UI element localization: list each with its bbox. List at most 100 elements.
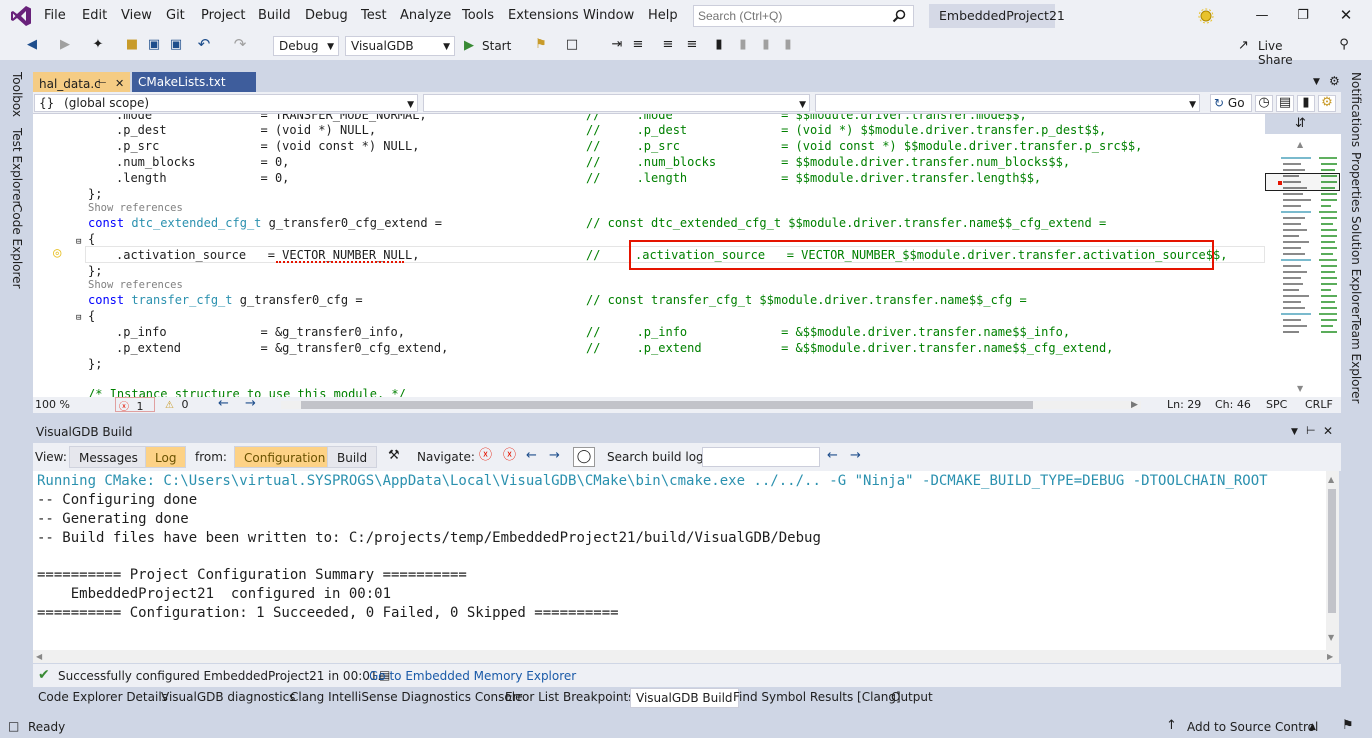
pin-icon[interactable]: ⊢ (98, 77, 107, 91)
show-references-link[interactable]: Show references (88, 202, 183, 214)
indent-icon[interactable]: ≡ (630, 38, 646, 52)
search-log-input[interactable] (702, 447, 820, 467)
scrollbar-thumb[interactable] (1328, 489, 1336, 613)
comment-icon[interactable]: ≡ (660, 38, 676, 52)
menu-git[interactable]: Git (166, 8, 185, 23)
memory-explorer-link[interactable]: Go to Embedded Memory Explorer (369, 669, 576, 683)
undo-icon[interactable]: ↶ (196, 37, 212, 52)
tag-icon[interactable]: ▮ (1297, 95, 1315, 112)
gear-icon[interactable]: ⚙ (1329, 74, 1340, 88)
scroll-left-icon[interactable]: ◀ (36, 650, 42, 664)
split-icon[interactable]: ⇵ (1295, 117, 1306, 131)
go-button[interactable]: ↻ Go (1210, 94, 1252, 112)
line-ending-mode[interactable]: CRLF (1305, 398, 1333, 411)
menu-window[interactable]: Window (583, 8, 634, 23)
close-icon[interactable]: ✕ (115, 77, 124, 91)
minimap-viewport[interactable] (1265, 173, 1340, 191)
tab-clang-diagnostics[interactable]: Clang IntelliSense Diagnostics Console (285, 688, 527, 708)
minimize-icon[interactable]: — (1255, 9, 1269, 23)
search-prev-icon[interactable]: ← (827, 449, 838, 463)
configuration-select[interactable]: Debug ▼ (273, 36, 339, 56)
horizontal-scrollbar[interactable] (281, 401, 1141, 409)
notification-bell-icon[interactable]: ⚑ (1342, 719, 1354, 733)
lightbulb-icon[interactable]: ◎ (53, 246, 61, 260)
search-box[interactable] (693, 5, 914, 27)
arrow-right-icon[interactable]: → (549, 449, 560, 463)
scroll-down-icon[interactable]: ▼ (1297, 382, 1303, 396)
next-error-icon[interactable]: ⓧ (503, 449, 516, 463)
navigate-forward-icon[interactable]: ▶ (57, 38, 73, 52)
prev-error-icon[interactable]: ⓧ (479, 449, 492, 463)
zoom-level[interactable]: 100 % (35, 398, 70, 411)
search-icon[interactable] (892, 9, 906, 23)
source-control-button[interactable]: Add to Source Control (1187, 720, 1318, 734)
properties-tab[interactable]: Properties (1349, 152, 1363, 213)
log-button[interactable]: Log (145, 446, 187, 468)
menu-test[interactable]: Test (361, 8, 387, 23)
restore-icon[interactable]: ❐ (1296, 9, 1310, 23)
settings-icon[interactable]: ⚙ (1318, 95, 1336, 112)
arrow-left-icon[interactable]: ← (218, 397, 229, 411)
search-input[interactable] (694, 6, 884, 26)
arrow-right-icon[interactable]: → (245, 397, 256, 411)
tab-visualgdb-build[interactable]: VisualGDB Build (630, 688, 739, 708)
new-project-icon[interactable]: ✦ (90, 38, 106, 52)
member-dropdown[interactable]: ▼ (815, 94, 1200, 112)
redo-icon[interactable]: ↷ (232, 37, 248, 52)
scroll-right-icon[interactable]: ▶ (1327, 650, 1333, 664)
menu-analyze[interactable]: Analyze (400, 8, 451, 23)
type-dropdown[interactable]: ▼ (423, 94, 810, 112)
wrench-icon[interactable]: ⚒ (388, 449, 400, 463)
open-folder-icon[interactable]: ■ (124, 38, 140, 52)
bookmark-next-icon[interactable]: ▮ (758, 38, 774, 52)
configuration-button[interactable]: Configuration (234, 446, 336, 468)
palette-icon[interactable]: ◯ (573, 447, 595, 467)
feedback-sun-icon[interactable] (1198, 8, 1214, 24)
collapse-icon[interactable]: ⊟ (76, 311, 81, 325)
test-explorer-tab[interactable]: Test Explorer (10, 128, 24, 205)
panel-menu-icon[interactable]: ▼ (1291, 425, 1298, 439)
menu-file[interactable]: File (44, 8, 66, 23)
tab-visualgdb-diagnostics[interactable]: VisualGDB diagnostics (156, 688, 300, 708)
arrow-left-icon[interactable]: ← (526, 449, 537, 463)
build-log-output[interactable]: Running CMake: C:\Users\virtual.SYSPROGS… (33, 471, 1326, 663)
tab-error-list[interactable]: Error List (500, 688, 564, 708)
menu-view[interactable]: View (121, 8, 152, 23)
clock-icon[interactable]: ◷ (1255, 95, 1273, 112)
scroll-up-icon[interactable]: ▲ (1328, 473, 1334, 487)
menu-project[interactable]: Project (201, 8, 245, 23)
bookmark-prev-icon[interactable]: ▮ (735, 38, 751, 52)
scroll-down-icon[interactable]: ▼ (1328, 631, 1334, 645)
bookmark-clear-icon[interactable]: ▮ (780, 38, 796, 52)
collapse-icon[interactable]: ⊟ (76, 235, 81, 249)
error-count[interactable]: ⓧ 1 (115, 397, 155, 413)
live-share-button[interactable]: ↗ Live Share (1236, 37, 1316, 68)
scrollbar-thumb[interactable] (301, 401, 1033, 409)
menu-build[interactable]: Build (258, 8, 291, 23)
step-icon[interactable]: ⇥ (609, 38, 625, 52)
save-all-icon[interactable]: ▣ (168, 38, 184, 52)
build-log-vscroll[interactable]: ▲ ▼ (1326, 471, 1339, 663)
code-explorer-tab[interactable]: Code Explorer (10, 204, 24, 289)
toolbox-tab[interactable]: Toolbox (10, 72, 24, 117)
warning-count[interactable]: ⚠ 0 (165, 398, 188, 411)
bookmark-icon[interactable]: ▮ (711, 38, 727, 52)
whitespace-mode[interactable]: SPC (1266, 398, 1287, 411)
person-feedback-icon[interactable]: ⚲ (1336, 38, 1352, 52)
menu-debug[interactable]: Debug (305, 8, 348, 23)
screenshot-icon[interactable]: □ (564, 38, 580, 52)
menu-tools[interactable]: Tools (462, 8, 494, 23)
tab-output[interactable]: Output (886, 688, 938, 708)
save-icon[interactable]: ▣ (146, 38, 162, 52)
tab-code-explorer-details[interactable]: Code Explorer Details (33, 688, 173, 708)
editor-minimap[interactable]: ⇵ ▲ ▼ (1265, 114, 1341, 397)
build-log-hscroll[interactable]: ◀ ▶ (33, 650, 1333, 664)
pin-icon[interactable]: ⊢ (1306, 424, 1316, 438)
menu-edit[interactable]: Edit (82, 8, 107, 23)
build-button[interactable]: Build (327, 446, 378, 468)
uncomment-icon[interactable]: ≡ (684, 38, 700, 52)
close-icon[interactable]: ✕ (1323, 424, 1333, 438)
start-button[interactable]: ▶ Start (462, 37, 522, 55)
tab-cmakelists[interactable]: CMakeLists.txt (132, 72, 256, 92)
search-next-icon[interactable]: → (850, 449, 861, 463)
